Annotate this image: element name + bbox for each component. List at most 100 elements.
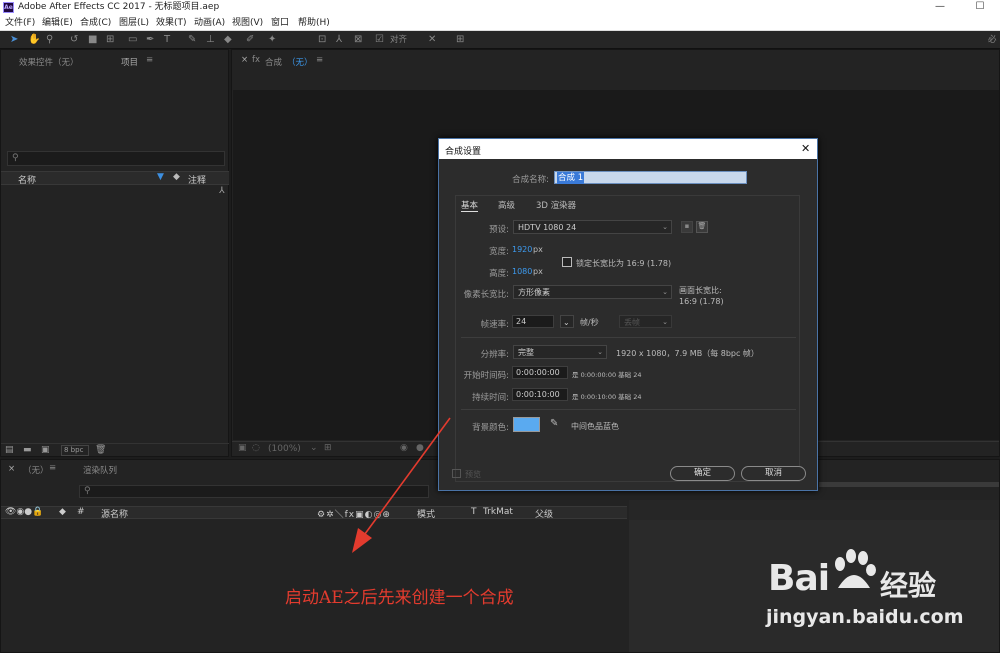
col-trkmat[interactable]: TrkMat: [483, 507, 513, 517]
trash-icon[interactable]: 🗑: [95, 445, 106, 455]
save-preset-icon[interactable]: ▪: [681, 221, 693, 233]
tools-toolbar: ➤ ✋ ⚲ ↺ ■ ⊞ ▭ ✒ T ✎ ⊥ ◆ ✐ ✦ ⊡ ⅄ ⊠ ☑ 对齐 ✕…: [0, 31, 1000, 49]
workspace-label[interactable]: 必: [988, 34, 997, 46]
preset-dropdown[interactable]: HDTV 1080 24 ⌄: [513, 220, 672, 234]
grid-icon[interactable]: ⊞: [324, 443, 332, 453]
new-comp-icon[interactable]: ▣: [41, 445, 50, 455]
snap-option-icon[interactable]: ✕: [428, 34, 436, 46]
tab-timeline-none[interactable]: （无）: [23, 464, 49, 476]
roto-brush-tool-icon[interactable]: ✐: [246, 34, 254, 46]
chevron-down-icon: ⌄: [597, 348, 603, 356]
time-ruler[interactable]: [629, 500, 999, 520]
sort-arrow-icon[interactable]: ▼: [157, 172, 164, 182]
lock-aspect-checkbox[interactable]: [562, 257, 572, 267]
menu-help[interactable]: 帮助(H): [298, 17, 330, 29]
comp-name-value: 合成 1: [557, 172, 585, 184]
tab-effect-controls[interactable]: 效果控件（无）: [19, 56, 79, 68]
resolution-dropdown[interactable]: 完整 ⌄: [513, 345, 607, 359]
col-t[interactable]: T: [471, 507, 477, 517]
pixel-aspect-dropdown[interactable]: 方形像素 ⌄: [513, 285, 672, 299]
background-color-name: 中间色品蓝色: [571, 422, 619, 431]
dialog-title-bar: 合成设置 ✕: [439, 139, 817, 159]
menu-file[interactable]: 文件(F): [5, 17, 35, 29]
panel-menu-icon[interactable]: ≡: [316, 55, 323, 65]
ok-button[interactable]: 确定: [670, 466, 735, 481]
camera-tool-icon[interactable]: ■: [88, 34, 97, 46]
menu-effect[interactable]: 效果(T): [156, 17, 187, 29]
eraser-tool-icon[interactable]: ◆: [224, 34, 232, 46]
interpret-footage-icon[interactable]: ▤: [5, 445, 14, 455]
height-value[interactable]: 1080: [512, 267, 532, 276]
clone-tool-icon[interactable]: ⊥: [206, 34, 215, 46]
menu-animation[interactable]: 动画(A): [194, 17, 225, 29]
width-value[interactable]: 1920: [512, 245, 532, 254]
duration-label: 持续时间:: [472, 393, 509, 403]
chevron-down-icon: ⌄: [310, 443, 318, 453]
menu-edit[interactable]: 编辑(E): [42, 17, 73, 29]
frame-rate-label: 帧速率:: [480, 320, 509, 330]
world-axis-icon[interactable]: ⅄: [336, 34, 342, 46]
pen-tool-icon[interactable]: ✒: [146, 34, 154, 46]
col-name[interactable]: 名称: [18, 173, 36, 186]
zoom-dropdown[interactable]: (100%): [268, 444, 301, 454]
baidu-jingyan-text: 经验: [880, 569, 937, 602]
selection-tool-icon[interactable]: ➤: [10, 34, 18, 46]
tab-project[interactable]: 项目: [121, 56, 138, 68]
text-tool-icon[interactable]: T: [164, 34, 170, 46]
search-icon: ⚲: [12, 153, 19, 163]
close-tab-icon[interactable]: ×: [241, 55, 248, 65]
delete-preset-icon[interactable]: 🗑: [696, 221, 708, 233]
comp-name-input[interactable]: 合成 1: [554, 171, 747, 184]
puppet-tool-icon[interactable]: ✦: [268, 34, 276, 46]
chevron-down-icon: ⌄: [662, 223, 668, 231]
view-axis-icon[interactable]: ⊠: [354, 34, 362, 46]
frame-aspect-label: 画面长宽比:: [679, 286, 722, 295]
snap-checkbox[interactable]: ☑: [375, 34, 384, 46]
menu-composition[interactable]: 合成(C): [80, 17, 111, 29]
flowchart-icon[interactable]: ⅄: [219, 186, 225, 196]
minimize-button[interactable]: —: [920, 0, 960, 15]
baidu-logo-text: Bai: [768, 558, 830, 599]
tab-advanced[interactable]: 高级: [498, 199, 515, 211]
rotate-tool-icon[interactable]: ↺: [70, 34, 78, 46]
bpc-button[interactable]: 8 bpc: [61, 445, 89, 456]
hand-tool-icon[interactable]: ✋: [28, 34, 40, 46]
shape-tool-icon[interactable]: ▭: [128, 34, 137, 46]
brush-tool-icon[interactable]: ✎: [188, 34, 196, 46]
tab-render-queue[interactable]: 渲染队列: [83, 464, 117, 476]
panel-menu-icon[interactable]: ≡: [49, 463, 56, 473]
tab-3d-renderer[interactable]: 3D 渲染器: [536, 199, 576, 211]
frame-rate-dropdown[interactable]: ⌄: [560, 315, 574, 328]
work-area-bar[interactable]: [819, 482, 999, 487]
comp-tab-name[interactable]: （无）: [287, 56, 313, 68]
eyedropper-icon[interactable]: ✎: [550, 418, 558, 429]
height-unit: px: [533, 267, 543, 276]
menu-view[interactable]: 视图(V): [232, 17, 263, 29]
zoom-tool-icon[interactable]: ⚲: [46, 34, 53, 46]
maximize-button[interactable]: ☐: [960, 0, 1000, 15]
new-folder-icon[interactable]: ▬: [23, 445, 32, 455]
col-comment[interactable]: 注释: [188, 173, 206, 186]
snap-option2-icon[interactable]: ⊞: [456, 34, 464, 46]
pan-behind-tool-icon[interactable]: ⊞: [106, 34, 114, 46]
panel-menu-icon[interactable]: ≡: [146, 55, 153, 65]
menu-window[interactable]: 窗口: [271, 17, 289, 29]
tab-basic[interactable]: 基本: [461, 199, 479, 212]
project-search-input[interactable]: ⚲: [7, 151, 225, 166]
col-source-name[interactable]: 源名称: [101, 507, 128, 520]
comp-tab-label[interactable]: 合成: [265, 56, 282, 68]
dialog-title: 合成设置: [445, 147, 482, 157]
local-axis-icon[interactable]: ⊡: [318, 34, 326, 46]
duration-input[interactable]: 0:00:10:00: [512, 388, 568, 401]
cancel-button[interactable]: 取消: [741, 466, 806, 481]
start-timecode-input[interactable]: 0:00:00:00: [512, 366, 568, 379]
close-icon[interactable]: ✕: [801, 142, 810, 155]
width-label: 宽度:: [489, 247, 509, 257]
close-tab-icon[interactable]: ×: [8, 464, 15, 474]
region-icon[interactable]: ◌: [252, 443, 260, 453]
col-parent[interactable]: 父级: [535, 507, 553, 520]
frame-rate-input[interactable]: 24: [512, 315, 554, 328]
always-preview-icon[interactable]: ▣: [238, 443, 247, 453]
menu-layer[interactable]: 图层(L): [119, 17, 149, 29]
background-color-swatch[interactable]: [513, 417, 540, 432]
